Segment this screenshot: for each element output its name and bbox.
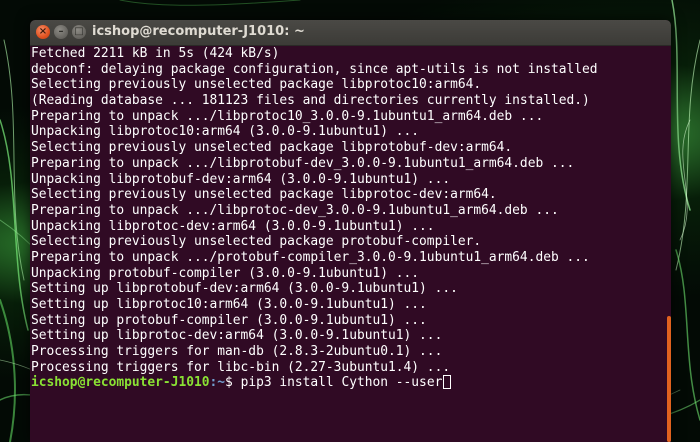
terminal-window[interactable]: × – □ icshop@recomputer-J1010: ~ Fetched… xyxy=(30,20,671,442)
maximize-icon[interactable]: □ xyxy=(72,25,86,39)
terminal-line: Fetched 2211 kB in 5s (424 kB/s) xyxy=(31,46,280,61)
terminal-line: debconf: delaying package configuration,… xyxy=(31,61,598,77)
terminal-line: Processing triggers for libc-bin (2.27-3… xyxy=(31,359,451,375)
terminal-line: Preparing to unpack .../libprotoc-dev_3.… xyxy=(31,202,559,218)
terminal-line: Selecting previously unselected package … xyxy=(31,140,513,156)
terminal-line: (Reading database ... 181123 files and d… xyxy=(31,93,590,109)
terminal-line: Preparing to unpack .../libprotobuf-dev_… xyxy=(31,155,575,171)
terminal-line: Unpacking libprotoc10:arm64 (3.0.0-9.1ub… xyxy=(31,124,420,140)
terminal-line: Unpacking libprotobuf-dev:arm64 (3.0.0-9… xyxy=(31,171,451,187)
terminal-line: Selecting previously unselected package … xyxy=(31,234,482,250)
prompt-user-host: icshop@recomputer-J1010 xyxy=(31,375,210,391)
text-cursor xyxy=(443,375,452,390)
terminal-line: Unpacking protobuf-compiler (3.0.0-9.1ub… xyxy=(31,265,420,281)
close-icon[interactable]: × xyxy=(36,25,50,39)
terminal-output[interactable]: Fetched 2211 kB in 5s (424 kB/s) debconf… xyxy=(30,46,671,442)
minimize-icon[interactable]: – xyxy=(54,25,68,39)
terminal-line: Setting up libprotobuf-dev:arm64 (3.0.0-… xyxy=(31,281,458,297)
terminal-line: Processing triggers for man-db (2.8.3-2u… xyxy=(31,344,443,360)
command-input[interactable]: pip3 install Cython --user xyxy=(241,375,443,390)
prompt-line[interactable]: icshop@recomputer-J1010:~$ pip3 install … xyxy=(31,375,671,391)
terminal-line: Unpacking libprotoc-dev:arm64 (3.0.0-9.1… xyxy=(31,218,435,234)
prompt-path: :~ xyxy=(209,375,226,391)
window-titlebar[interactable]: × – □ icshop@recomputer-J1010: ~ xyxy=(30,20,671,46)
terminal-line: Selecting previously unselected package … xyxy=(31,187,497,203)
window-title: icshop@recomputer-J1010: ~ xyxy=(92,24,305,39)
terminal-line: Setting up libprotoc-dev:arm64 (3.0.0-9.… xyxy=(31,328,443,344)
terminal-line: Setting up protobuf-compiler (3.0.0-9.1u… xyxy=(31,312,427,328)
terminal-scrollbar[interactable] xyxy=(665,46,671,442)
prompt-symbol: $ xyxy=(225,375,241,391)
scrollbar-thumb[interactable] xyxy=(667,316,671,442)
terminal-line: Setting up libprotoc10:arm64 (3.0.0-9.1u… xyxy=(31,297,427,312)
window-controls: × – □ xyxy=(36,25,86,39)
terminal-line: Preparing to unpack .../protobuf-compile… xyxy=(31,249,590,265)
terminal-line: Preparing to unpack .../libprotoc10_3.0.… xyxy=(31,108,544,124)
terminal-line: Selecting previously unselected package … xyxy=(31,77,482,93)
